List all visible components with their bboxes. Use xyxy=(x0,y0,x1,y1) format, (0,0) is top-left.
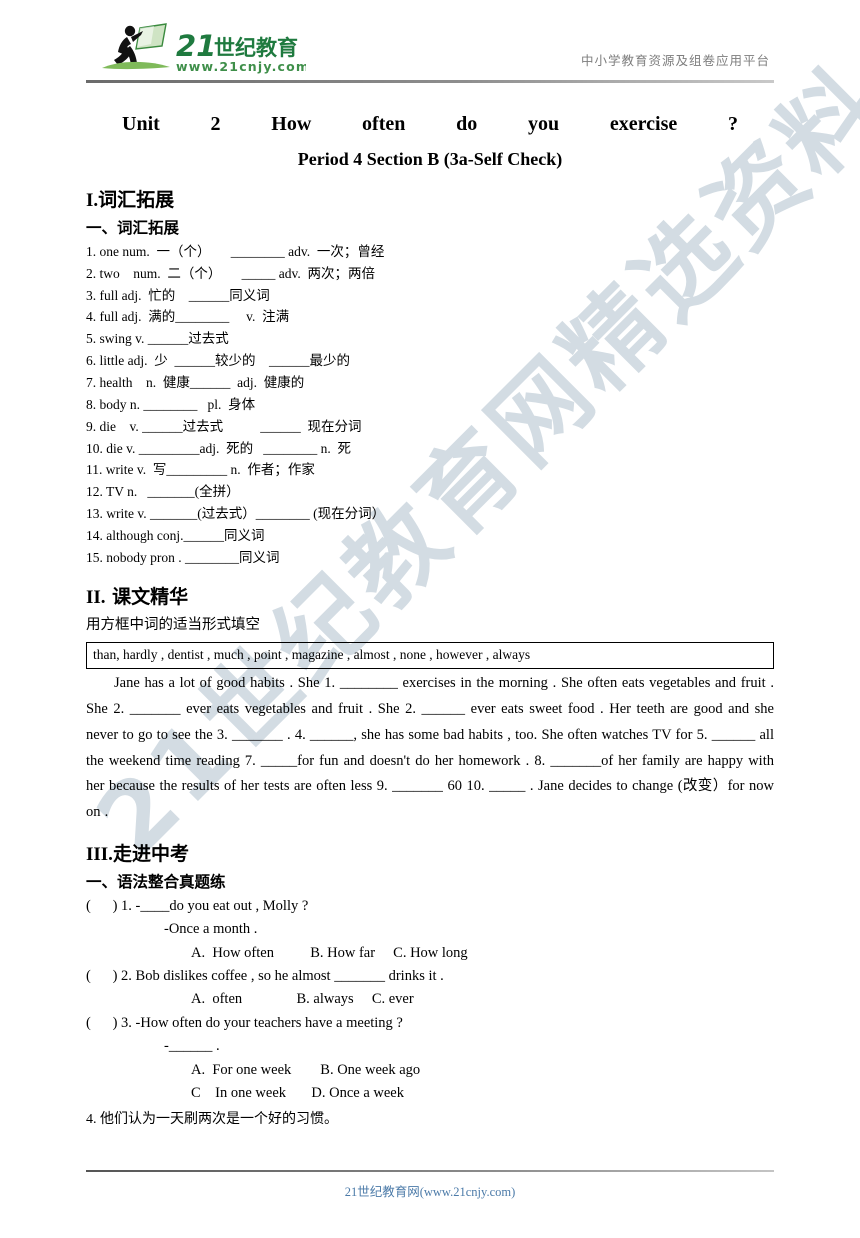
question-options: C In one week D. Once a week xyxy=(191,1085,404,1102)
vocab-item: 4. full adj. 满的________ v. 注满 xyxy=(86,309,290,325)
page-header: 21 世纪教育 www.21cnjy.com 中小学教育资源及组卷应用平台 xyxy=(86,22,774,84)
question-reply: -Once a month . xyxy=(164,921,258,938)
section-1-heading: I.词汇拓展 xyxy=(86,188,774,214)
logo-icon: 21 世纪教育 www.21cnjy.com xyxy=(102,23,306,74)
vocab-item: 14. although conj.______同义词 xyxy=(86,527,265,543)
question-options: A. often B. always C. ever xyxy=(191,991,414,1008)
vocab-item: 5. swing v. ______过去式 xyxy=(86,331,229,347)
section-1-title: 词汇拓展 xyxy=(98,189,175,212)
vocab-item: 15. nobody pron . ________同义词 xyxy=(86,549,280,565)
section-2-instruction: 用方框中词的适当形式填空 xyxy=(86,617,260,634)
vocab-item: 1. one num. 一（个） ________ adv. 一次；曾经 xyxy=(86,243,385,259)
section-3-title: 走进中考 xyxy=(112,842,189,865)
vocab-item: 6. little adj. 少 ______较少的 ______最少的 xyxy=(86,353,350,369)
vocab-item: 10. die v. _________adj. 死的 ________ n. … xyxy=(86,440,351,456)
question-reply: -______ . xyxy=(164,1038,220,1055)
svg-text:21: 21 xyxy=(176,29,216,63)
translation-question: 4. 他们认为一天刷两次是一个好的习惯。 xyxy=(86,1111,338,1127)
page-subtitle: Period 4 Section B (3a-Self Check) xyxy=(297,149,563,169)
page-footer: 21世纪教育网(www.21cnjy.com) xyxy=(86,1170,774,1200)
page-title: Unit 2 How often do you exercise ? xyxy=(122,113,738,135)
section-1-subheading: 一、词汇拓展 xyxy=(86,218,180,237)
vocab-list: 1. one num. 一（个） ________ adv. 一次；曾经 2. … xyxy=(86,241,774,569)
vocab-item: 13. write v. _______(过去式）________ (现在分词） xyxy=(86,506,386,522)
section-1-roman: I. xyxy=(86,190,99,212)
section-3-subheading: 一、语法整合真题练 xyxy=(86,872,226,891)
vocab-item: 7. health n. 健康______ adj. 健康的 xyxy=(86,374,305,390)
vocab-item: 8. body n. ________ pl. 身体 xyxy=(86,396,256,412)
brand-logo: 21 世纪教育 www.21cnjy.com xyxy=(96,22,306,80)
section-2-title: 课文精华 xyxy=(105,585,189,608)
vocab-item: 9. die v. ______过去式 ______ 现在分词 xyxy=(86,418,362,434)
header-platform-label: 中小学教育资源及组卷应用平台 xyxy=(580,53,770,68)
vocab-item: 11. write v. 写_________ n. 作者；作家 xyxy=(86,462,315,478)
vocab-item: 12. TV n. _______(全拼） xyxy=(86,484,240,500)
question-stem: ( ) 3. -How often do your teachers have … xyxy=(86,1014,403,1031)
word-bank-box: than, hardly , dentist , much , point , … xyxy=(86,641,774,670)
section-3-roman: III. xyxy=(86,843,113,865)
footer-brand-link[interactable]: 21世纪教育网(www.21cnjy.com) xyxy=(86,1181,774,1200)
question-options: A. How often B. How far C. How long xyxy=(191,944,468,961)
section-3-heading: III.走进中考 xyxy=(86,842,774,868)
cloze-passage: Jane has a lot of good habits . She 1. _… xyxy=(86,675,774,821)
section-2-heading: II. 课文精华 xyxy=(86,585,774,611)
vocab-item: 2. two num. 二（个） _____ adv. 两次；两倍 xyxy=(86,265,375,281)
document-body: I.词汇拓展 一、词汇拓展 1. one num. 一（个） ________ … xyxy=(86,188,774,1132)
document-page: 21 世纪教育 www.21cnjy.com 中小学教育资源及组卷应用平台 Un… xyxy=(0,22,860,1238)
svg-text:www.21cnjy.com: www.21cnjy.com xyxy=(176,59,306,74)
vocab-item: 3. full adj. 忙的 ______同义词 xyxy=(86,287,270,303)
question-stem: ( ) 1. -____do you eat out , Molly ? xyxy=(86,897,309,914)
question-options: A. For one week B. One week ago xyxy=(191,1061,421,1078)
footer-divider xyxy=(86,1170,774,1172)
header-divider xyxy=(86,80,774,83)
svg-text:世纪教育: 世纪教育 xyxy=(214,36,298,60)
section-2-roman: II. xyxy=(86,586,106,608)
question-stem: ( ) 2. Bob dislikes coffee , so he almos… xyxy=(86,968,444,984)
